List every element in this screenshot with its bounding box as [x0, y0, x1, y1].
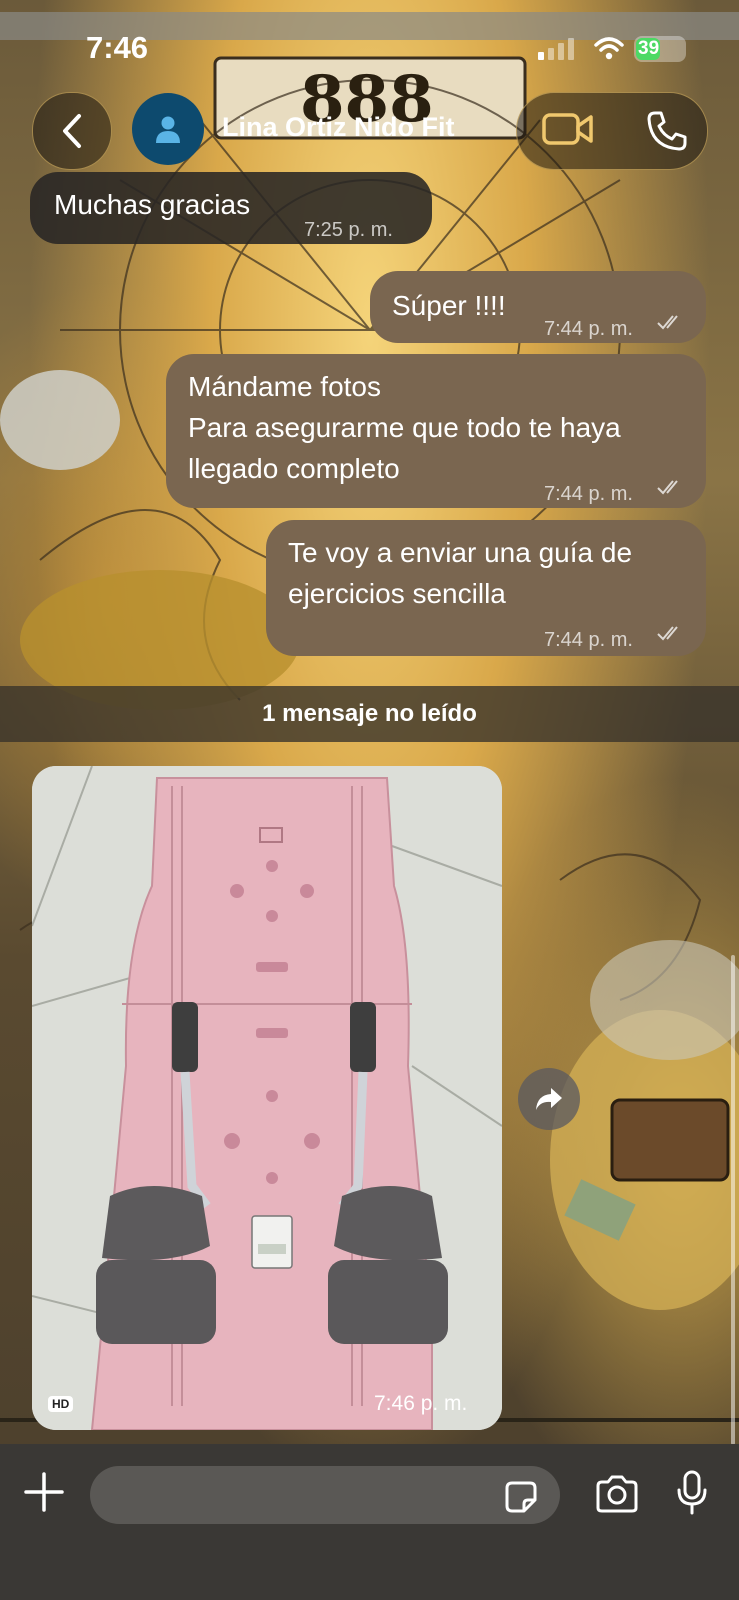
person-icon: [156, 116, 180, 143]
sticker-icon[interactable]: [504, 1480, 538, 1514]
microphone-icon[interactable]: [676, 1470, 708, 1516]
message-incoming[interactable]: Muchas gracias 7:25 p. m.: [30, 172, 432, 244]
forward-arrow-icon: [536, 1088, 562, 1110]
forward-button[interactable]: [518, 1068, 580, 1130]
message-time: 7:46 p. m.: [374, 1392, 468, 1415]
cellular-signal-icon: [538, 38, 574, 60]
contact-avatar[interactable]: [132, 93, 204, 165]
status-bar: 7:46 39: [0, 0, 739, 90]
message-time: 7:44 p. m.: [544, 318, 633, 340]
camera-icon[interactable]: [594, 1474, 640, 1514]
plus-icon[interactable]: [24, 1472, 64, 1512]
scroll-indicator[interactable]: [731, 955, 735, 1445]
compose-bar: [0, 1444, 739, 1600]
message-time: 7:25 p. m.: [304, 219, 393, 241]
exercise-machine-photo: [32, 766, 502, 1430]
message-time: 7:44 p. m.: [544, 629, 633, 651]
status-time: 7:46: [86, 30, 149, 65]
unread-label: 1 mensaje no leído: [262, 700, 477, 727]
battery-icon: 39: [634, 36, 686, 62]
message-outgoing[interactable]: Mándame fotos Para asegurarme que todo t…: [166, 354, 706, 508]
message-input[interactable]: [90, 1466, 560, 1524]
video-call-icon[interactable]: [541, 109, 595, 149]
wifi-icon: [594, 37, 624, 60]
call-actions: [516, 92, 708, 170]
battery-percentage: 39: [638, 38, 660, 59]
read-receipt-icon: [657, 626, 678, 641]
message-text: Muchas gracias: [54, 189, 251, 220]
message-outgoing[interactable]: Te voy a enviar una guía de ejercicios s…: [266, 520, 706, 656]
back-button[interactable]: [32, 92, 112, 170]
message-text: Mándame fotos Para asegurarme que todo t…: [188, 371, 621, 484]
hd-badge: HD: [48, 1396, 74, 1412]
message-outgoing[interactable]: Súper !!!! 7:44 p. m.: [370, 271, 706, 343]
message-text: Te voy a enviar una guía de ejercicios s…: [288, 537, 633, 609]
contact-name[interactable]: Lina Ortiz Nido Fit: [222, 112, 454, 143]
message-text: Súper !!!!: [392, 290, 506, 321]
image-message[interactable]: HD 7:46 p. m.: [32, 766, 502, 1430]
read-receipt-icon: [657, 480, 678, 495]
phone-call-icon[interactable]: [645, 109, 689, 153]
unread-messages-divider: 1 mensaje no leído: [0, 686, 739, 742]
read-receipt-icon: [657, 315, 678, 330]
chevron-left-icon: [63, 114, 81, 148]
message-time: 7:44 p. m.: [544, 483, 633, 505]
